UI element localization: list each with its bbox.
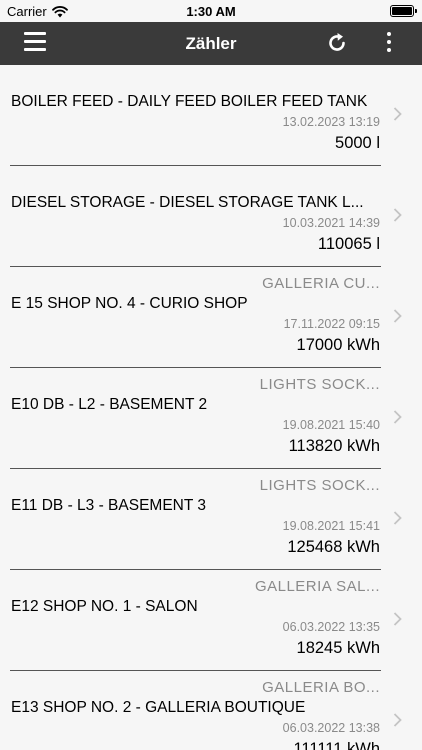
meter-title: E12 SHOP NO. 1 - SALON [11,598,198,615]
meter-group: GALLERIA BO... [262,679,380,696]
meter-title: E11 DB - L3 - BASEMENT 3 [11,497,206,514]
page-title: Zähler [185,34,237,53]
meter-row[interactable]: LIGHTS SOCK... E11 DB - L3 - BASEMENT 3 … [0,469,422,570]
meter-group: GALLERIA CU... [262,275,380,292]
meter-title: E10 DB - L2 - BASEMENT 2 [11,396,208,413]
meter-row[interactable]: LIGHTS SOCK... E10 DB - L2 - BASEMENT 2 … [0,368,422,469]
battery-icon [390,5,417,17]
chevron-right-icon [393,410,402,424]
meter-value: 17000 kWh [296,336,380,354]
more-vertical-icon[interactable] [385,32,393,56]
chevron-right-icon [393,612,402,626]
meter-date: 19.08.2021 15:41 [282,519,380,533]
chevron-right-icon [393,713,402,727]
meter-date: 13.02.2023 13:19 [282,115,380,129]
meter-date: 10.03.2021 14:39 [282,216,380,230]
meter-value: 18245 kWh [296,639,380,657]
meter-value: 111111 kWh [293,740,380,750]
meter-date: 06.03.2022 13:35 [282,620,380,634]
meter-group: LIGHTS SOCK... [259,376,380,393]
meter-date: 17.11.2022 09:15 [283,317,380,331]
meter-value: 113820 kWh [288,437,380,455]
chevron-right-icon [393,309,402,323]
status-time: 1:30 AM [186,4,236,19]
meter-row[interactable]: GALLERIA SAL... E12 SHOP NO. 1 - SALON 0… [0,570,422,671]
meter-title: E13 SHOP NO. 2 - GALLERIA BOUTIQUE [11,699,306,716]
meter-value: 125468 kWh [287,538,380,556]
refresh-icon[interactable] [326,32,348,54]
status-bar: Carrier 1:30 AM [0,0,422,22]
meter-title: E 15 SHOP NO. 4 - CURIO SHOP [11,295,248,312]
meter-date: 19.08.2021 15:40 [282,418,380,432]
chevron-right-icon [393,511,402,525]
chevron-right-icon [393,208,402,222]
meter-row[interactable]: BOILER FEED - DAILY FEED BOILER FEED TAN… [0,65,422,166]
meter-row[interactable]: GALLERIA BO... E13 SHOP NO. 2 - GALLERIA… [0,671,422,750]
meter-date: 06.03.2022 13:38 [282,721,380,735]
meter-list: BOILER FEED - DAILY FEED BOILER FEED TAN… [0,65,422,750]
meter-row[interactable]: DIESEL STORAGE - DIESEL STORAGE TANK L..… [0,166,422,267]
meter-title: DIESEL STORAGE - DIESEL STORAGE TANK L..… [11,194,364,211]
meter-title: BOILER FEED - DAILY FEED BOILER FEED TAN… [11,93,368,110]
meter-value: 5000 l [335,134,380,152]
meter-group: LIGHTS SOCK... [259,477,380,494]
nav-bar: Zähler [0,22,422,65]
meter-row[interactable]: GALLERIA CU... E 15 SHOP NO. 4 - CURIO S… [0,267,422,368]
meter-value: 110065 l [317,235,380,253]
meter-group: GALLERIA SAL... [254,578,380,595]
chevron-right-icon [393,107,402,121]
